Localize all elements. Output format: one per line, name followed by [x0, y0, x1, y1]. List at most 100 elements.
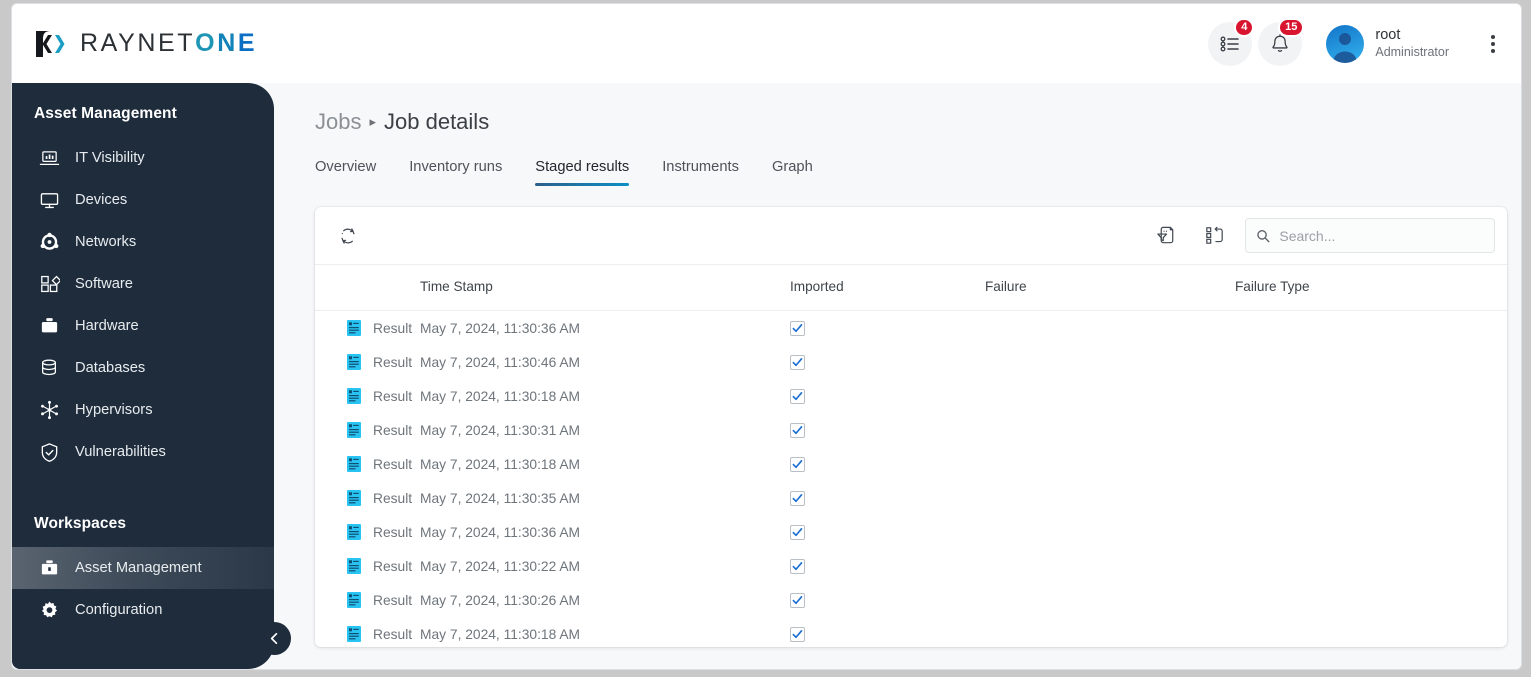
sidebar-item-label: Software	[75, 276, 133, 292]
sidebar-item-it-visibility[interactable]: IT Visibility	[12, 137, 274, 179]
imported-checkbox[interactable]	[790, 320, 805, 336]
cell-failure	[985, 345, 1235, 379]
cell-imported	[790, 549, 985, 583]
sidebar-item-software[interactable]: Software	[12, 263, 274, 305]
monitor-icon	[37, 189, 61, 211]
sidebar-item-hypervisors[interactable]: Hypervisors	[12, 389, 274, 431]
column-header-imported[interactable]: Imported	[790, 265, 985, 311]
cell-failure-type	[1235, 515, 1507, 549]
tab-instruments[interactable]: Instruments	[662, 153, 739, 186]
brand-logo[interactable]: RAYNETONE	[34, 29, 257, 59]
column-layout-button[interactable]	[1197, 219, 1231, 253]
sidebar-item-label: Hardware	[75, 318, 139, 334]
briefcase-icon	[37, 557, 61, 579]
more-options-button[interactable]	[1483, 29, 1503, 59]
cell-failure	[985, 447, 1235, 481]
column-header-type[interactable]	[315, 265, 420, 311]
table-row[interactable]: Result May 7, 2024, 11:30:18 AM	[315, 379, 1507, 413]
search-box[interactable]	[1245, 218, 1495, 253]
tab-graph[interactable]: Graph	[772, 153, 813, 186]
result-document-icon	[347, 490, 361, 506]
sidebar-item-hardware[interactable]: Hardware	[12, 305, 274, 347]
sidebar-item-networks[interactable]: Networks	[12, 221, 274, 263]
sidebar-item-devices[interactable]: Devices	[12, 179, 274, 221]
table-row[interactable]: Result May 7, 2024, 11:30:31 AM	[315, 413, 1507, 447]
sidebar-item-databases[interactable]: Databases	[12, 347, 274, 389]
tab-staged-results[interactable]: Staged results	[535, 153, 629, 186]
network-nodes-icon	[37, 231, 61, 253]
search-input[interactable]	[1279, 227, 1484, 244]
user-menu[interactable]: root Administrator	[1326, 24, 1449, 63]
cell-imported	[790, 447, 985, 481]
cell-imported	[790, 481, 985, 515]
cell-imported	[790, 345, 985, 379]
sidebar-workspace-asset-management[interactable]: Asset Management	[12, 547, 274, 589]
sidebar-item-vulnerabilities[interactable]: Vulnerabilities	[12, 431, 274, 473]
cell-failure-type	[1235, 583, 1507, 617]
table-row[interactable]: Result May 7, 2024, 11:30:18 AM	[315, 447, 1507, 481]
result-document-icon	[347, 354, 361, 370]
sidebar-collapse-button[interactable]	[258, 622, 291, 655]
table-scroll-region[interactable]: Time Stamp Imported Failure Failure Type…	[315, 265, 1507, 647]
column-header-time-stamp[interactable]: Time Stamp	[420, 265, 790, 311]
notifications-button[interactable]: 15	[1258, 17, 1305, 66]
tasks-button[interactable]: 4	[1208, 17, 1255, 66]
filter-document-button[interactable]	[1149, 219, 1183, 253]
result-type-label: Result	[373, 388, 413, 404]
cell-failure-type	[1235, 345, 1507, 379]
avatar	[1326, 24, 1365, 63]
check-icon	[792, 629, 803, 638]
cell-timestamp: May 7, 2024, 11:30:18 AM	[420, 456, 581, 472]
column-header-failure[interactable]: Failure	[985, 265, 1235, 311]
main-content: Jobs ▸ Job details Overview Inventory ru…	[274, 83, 1521, 669]
imported-checkbox[interactable]	[790, 354, 805, 370]
table-row[interactable]: Result May 7, 2024, 11:30:36 AM	[315, 311, 1507, 346]
sidebar-workspace-configuration[interactable]: Configuration	[12, 589, 274, 631]
cell-imported	[790, 617, 985, 647]
table-row[interactable]: Result May 7, 2024, 11:30:26 AM	[315, 583, 1507, 617]
cell-timestamp: May 7, 2024, 11:30:18 AM	[420, 388, 581, 404]
brand-letter-o: O	[195, 29, 218, 57]
refresh-button[interactable]	[331, 219, 365, 253]
brand-name-raynet: RAYNET	[80, 29, 196, 57]
top-header-bar: RAYNETONE 4 15 root Administrator	[12, 4, 1521, 83]
cell-timestamp: May 7, 2024, 11:30:36 AM	[420, 320, 581, 336]
tasks-badge: 4	[1234, 17, 1255, 37]
imported-checkbox[interactable]	[790, 592, 805, 608]
tab-overview[interactable]: Overview	[315, 153, 376, 186]
check-icon	[792, 561, 803, 570]
table-row[interactable]: Result May 7, 2024, 11:30:35 AM	[315, 481, 1507, 515]
table-row[interactable]: Result May 7, 2024, 11:30:18 AM	[315, 617, 1507, 647]
result-type-label: Result	[373, 422, 413, 438]
imported-checkbox[interactable]	[790, 558, 805, 574]
column-header-failure-type[interactable]: Failure Type	[1235, 265, 1507, 311]
imported-checkbox[interactable]	[790, 422, 805, 438]
result-document-icon	[347, 456, 361, 472]
imported-checkbox[interactable]	[790, 456, 805, 472]
tab-inventory-runs[interactable]: Inventory runs	[409, 153, 502, 186]
table-row[interactable]: Result May 7, 2024, 11:30:36 AM	[315, 515, 1507, 549]
breadcrumb-parent-jobs[interactable]: Jobs	[315, 109, 361, 135]
sidebar-item-label: Networks	[75, 234, 137, 250]
table-row[interactable]: Result May 7, 2024, 11:30:46 AM	[315, 345, 1507, 379]
imported-checkbox[interactable]	[790, 388, 805, 404]
table-toolbar	[315, 207, 1507, 265]
imported-checkbox[interactable]	[790, 524, 805, 540]
cell-failure	[985, 583, 1235, 617]
imported-checkbox[interactable]	[790, 490, 805, 506]
shield-check-icon	[37, 441, 61, 463]
search-icon	[1257, 229, 1270, 242]
cell-failure-type	[1235, 481, 1507, 515]
table-row[interactable]: Result May 7, 2024, 11:30:22 AM	[315, 549, 1507, 583]
cell-failure	[985, 617, 1235, 647]
imported-checkbox[interactable]	[790, 626, 805, 642]
kebab-dot	[1491, 41, 1495, 46]
cell-failure	[985, 515, 1235, 549]
cell-timestamp: May 7, 2024, 11:30:46 AM	[420, 354, 581, 370]
cell-imported	[790, 379, 985, 413]
kebab-dot	[1491, 34, 1495, 39]
toolbox-icon	[37, 315, 61, 337]
cell-type: Result	[315, 379, 420, 413]
column-layout-icon	[1205, 226, 1223, 244]
result-type-label: Result	[373, 320, 413, 336]
